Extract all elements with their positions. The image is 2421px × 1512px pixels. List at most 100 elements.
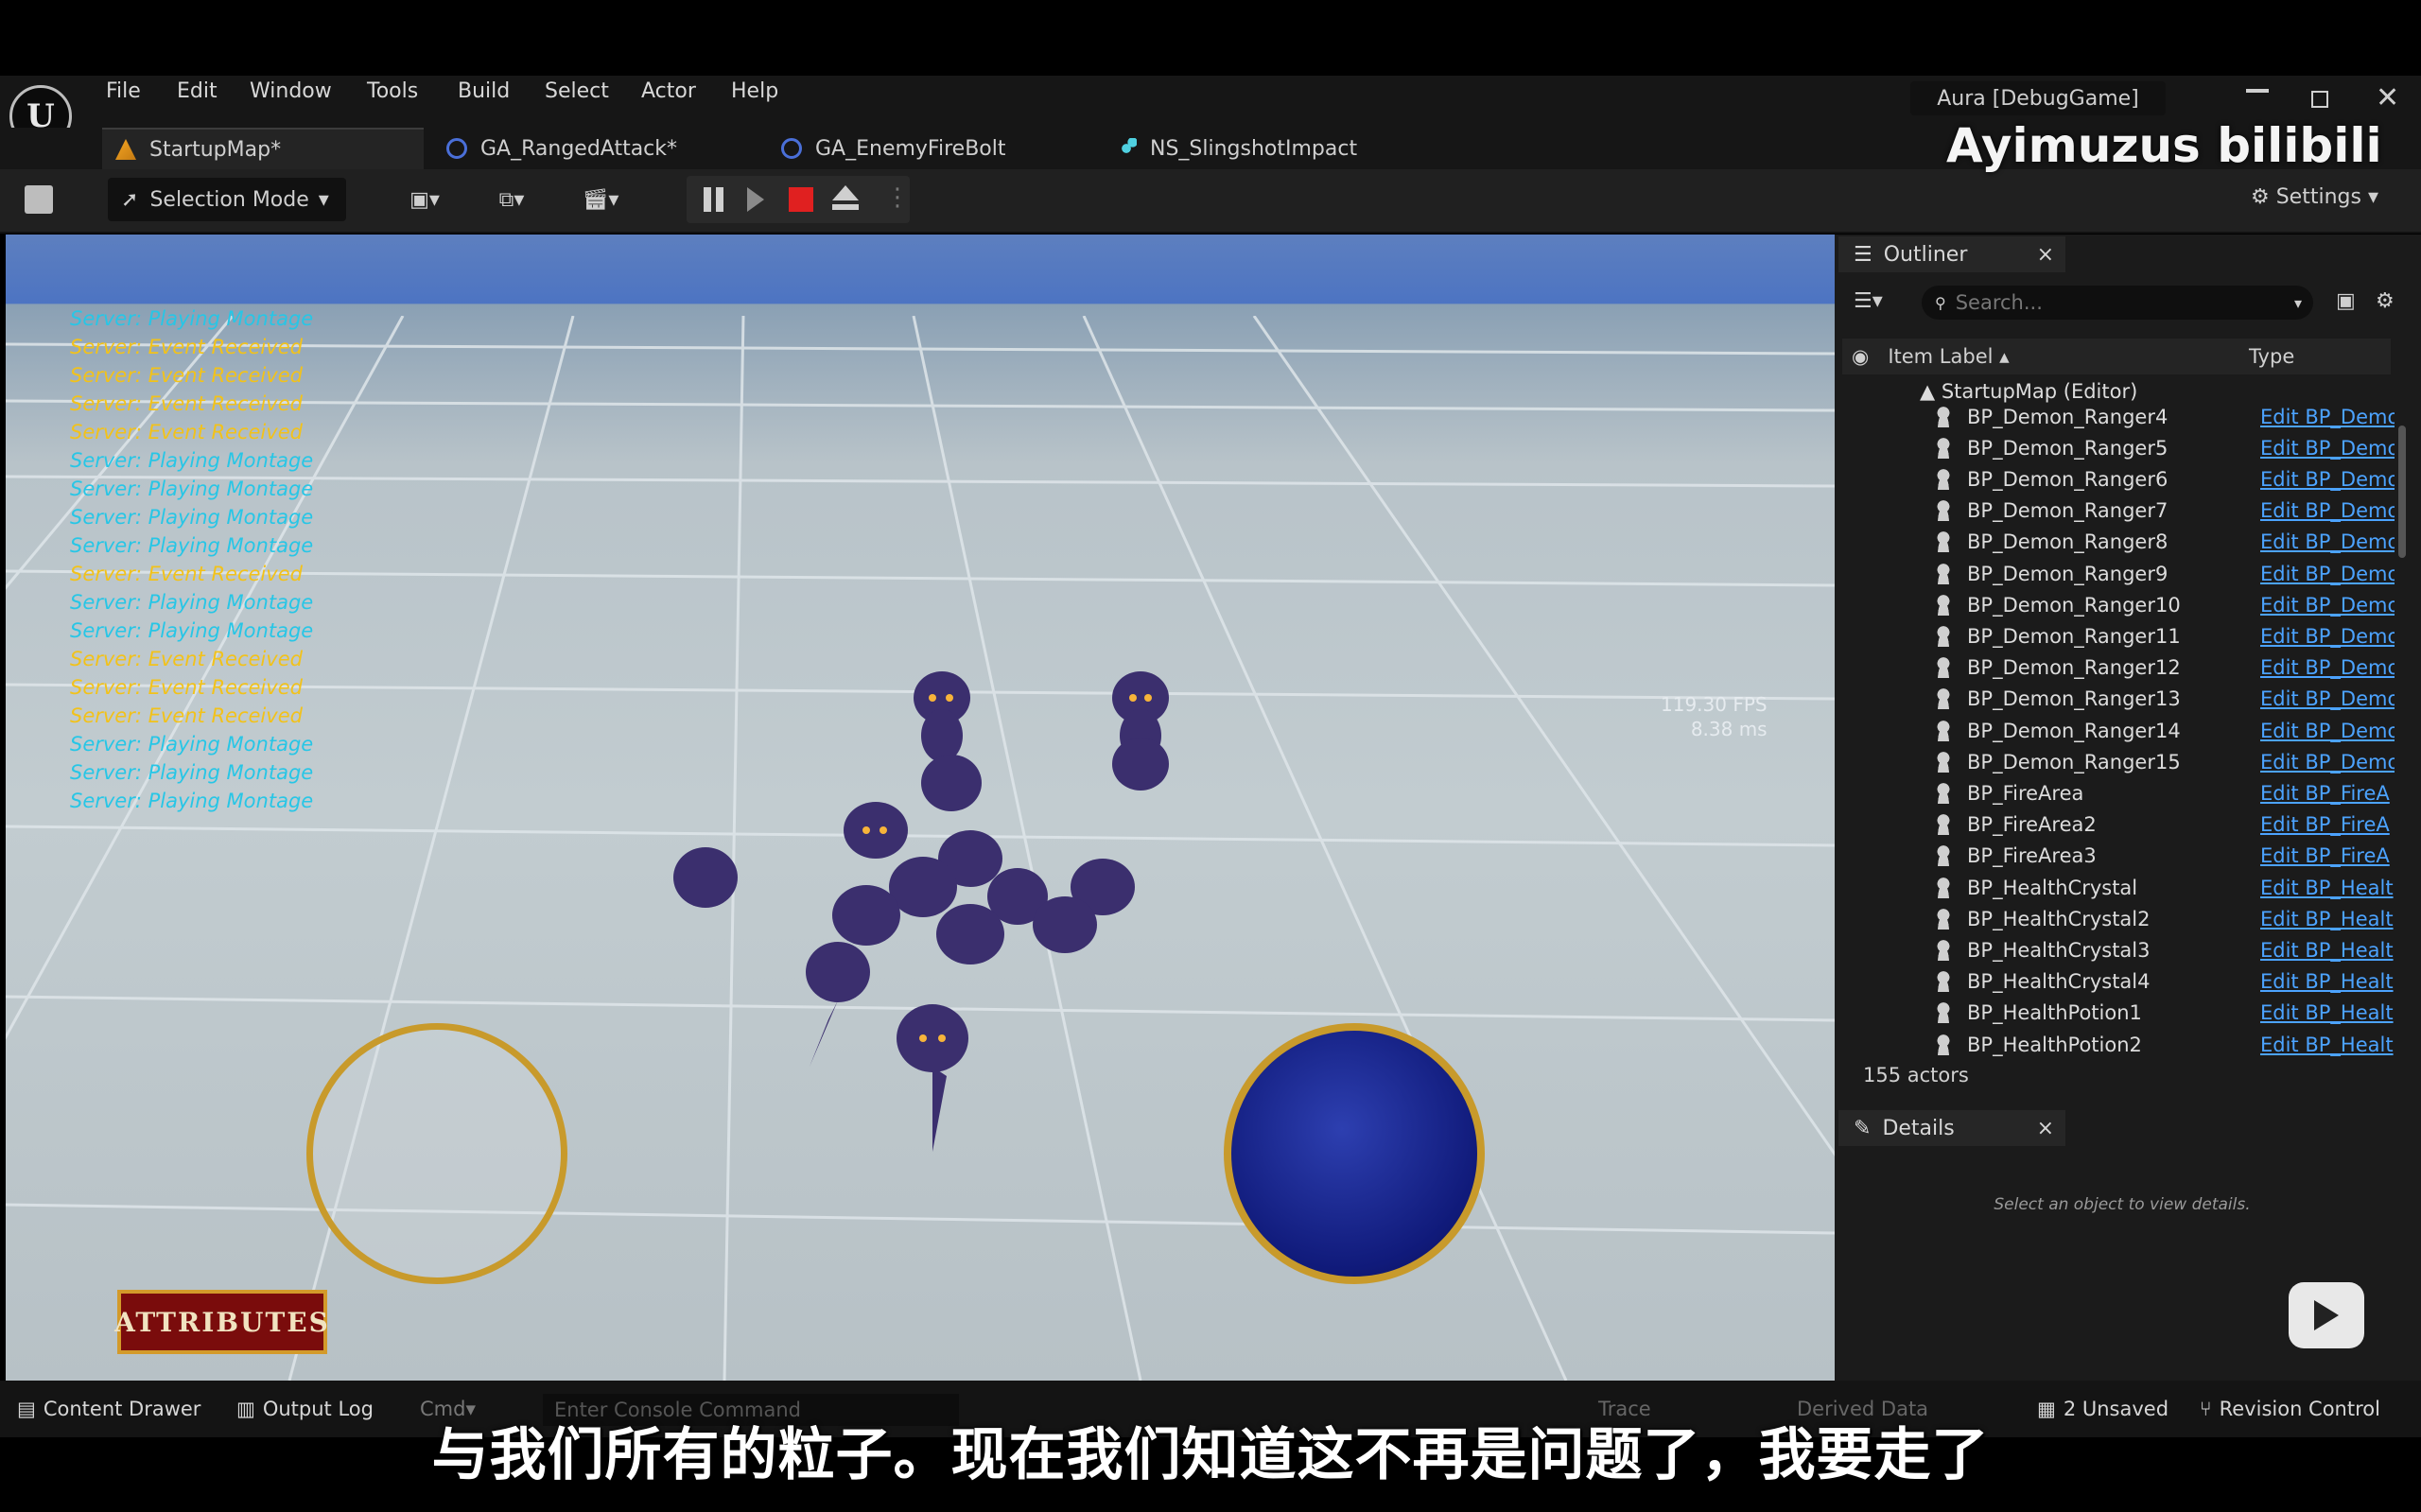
- add-actor-button[interactable]: ▣▾: [392, 178, 458, 221]
- actor-icon: [1935, 1002, 1952, 1024]
- tab-startupmap[interactable]: StartupMap*: [102, 128, 424, 169]
- menu-build[interactable]: Build: [458, 79, 510, 108]
- outliner-scrollbar[interactable]: [2398, 426, 2406, 558]
- outliner-row[interactable]: BP_Demon_Ranger11 Edit BP_Demo: [1844, 620, 2395, 652]
- outliner-row[interactable]: BP_HealthCrystal4 Edit BP_Healt: [1844, 966, 2395, 998]
- outliner-row[interactable]: BP_Demon_Ranger6 Edit BP_Demo: [1844, 463, 2395, 495]
- tab-ga-enemyfirebolt[interactable]: GA_EnemyFireBolt: [781, 128, 1093, 169]
- row-type-link[interactable]: Edit BP_Healt: [2260, 939, 2395, 962]
- filter-button[interactable]: ☰▾: [1854, 289, 1883, 313]
- outliner-row[interactable]: BP_HealthCrystal2 Edit BP_Healt: [1844, 903, 2395, 934]
- frame-ms-value: 8.38 ms: [1690, 718, 1768, 740]
- row-type-link[interactable]: Edit BP_Demo: [2260, 751, 2395, 773]
- actor-icon: [1935, 814, 1952, 836]
- cinematics-button[interactable]: 🎬︎▾: [567, 178, 634, 221]
- column-type[interactable]: Type: [2249, 345, 2294, 368]
- row-type-link[interactable]: Edit BP_Demo: [2260, 687, 2395, 710]
- eye-icon[interactable]: ◉: [1852, 345, 1869, 368]
- tab-ns-slingshotimpact[interactable]: NS_SlingshotImpact: [1116, 128, 1456, 169]
- advance-frame-icon[interactable]: [747, 187, 764, 212]
- row-type-link[interactable]: Edit BP_Demo: [2260, 720, 2395, 742]
- outliner-search-input[interactable]: ⚲ Search... ▾: [1922, 286, 2313, 320]
- row-type-link[interactable]: Edit BP_Demo: [2260, 656, 2395, 679]
- row-type-link[interactable]: Edit BP_Healt: [2260, 970, 2395, 993]
- minimize-icon[interactable]: [2246, 89, 2269, 93]
- outliner-row[interactable]: BP_HealthCrystal Edit BP_Healt: [1844, 872, 2395, 903]
- outliner-row[interactable]: BP_HealthPotion1 Edit BP_Healt: [1844, 998, 2395, 1029]
- blueprint-mode-button[interactable]: ⧉▾: [479, 178, 545, 221]
- menu-help[interactable]: Help: [731, 79, 778, 108]
- debug-message: Server: Event Received: [70, 336, 303, 358]
- attributes-button[interactable]: ATTRIBUTES: [114, 1290, 328, 1354]
- row-type-link[interactable]: Edit BP_Demo: [2260, 530, 2395, 553]
- column-item-label[interactable]: Item Label ▴: [1888, 345, 2009, 368]
- tab-ga-rangedattack[interactable]: GA_RangedAttack*: [446, 128, 758, 169]
- row-type-link[interactable]: Edit BP_FireA: [2260, 782, 2395, 805]
- outliner-row[interactable]: BP_Demon_Ranger15 Edit BP_Demo: [1844, 746, 2395, 777]
- menu-file[interactable]: File: [106, 79, 141, 108]
- row-type-link[interactable]: Edit BP_Healt: [2260, 877, 2395, 899]
- move-joystick[interactable]: [306, 1023, 567, 1284]
- outliner-row[interactable]: BP_Demon_Ranger9 Edit BP_Demo: [1844, 558, 2395, 589]
- stop-icon[interactable]: [789, 187, 813, 212]
- outliner-row[interactable]: BP_Demon_Ranger7 Edit BP_Demo: [1844, 495, 2395, 527]
- outliner-root[interactable]: ▲ StartupMap (Editor): [1920, 380, 2137, 403]
- menu-select[interactable]: Select: [545, 79, 609, 108]
- outliner-row[interactable]: BP_FireArea2 Edit BP_FireA: [1844, 809, 2393, 841]
- menu-edit[interactable]: Edit: [177, 79, 218, 108]
- gear-icon[interactable]: ⚙: [2376, 289, 2395, 313]
- outliner-row[interactable]: BP_FireArea Edit BP_FireA: [1844, 777, 2393, 808]
- close-icon[interactable]: ×: [2037, 1117, 2054, 1140]
- row-type-link[interactable]: Edit BP_FireA: [2260, 813, 2395, 836]
- row-type-link[interactable]: Edit BP_Demo: [2260, 594, 2395, 617]
- row-type-link[interactable]: Edit BP_Demo: [2260, 563, 2395, 585]
- outliner-row[interactable]: BP_Demon_Ranger13 Edit BP_Demo: [1844, 684, 2395, 715]
- row-type-link[interactable]: Edit BP_Healt: [2260, 1001, 2395, 1024]
- outliner-row[interactable]: BP_Demon_Ranger12 Edit BP_Demo: [1844, 652, 2395, 684]
- outliner-row[interactable]: BP_Demon_Ranger10 Edit BP_Demo: [1844, 589, 2395, 620]
- save-icon[interactable]: [25, 185, 53, 214]
- menu-window[interactable]: Window: [250, 79, 332, 108]
- outliner-row[interactable]: BP_Demon_Ranger5 Edit BP_Demo: [1844, 432, 2395, 463]
- row-label: BP_Demon_Ranger6: [1967, 467, 2168, 491]
- menu-tools[interactable]: Tools: [367, 79, 418, 108]
- outliner-row[interactable]: BP_FireArea3 Edit BP_FireA: [1844, 841, 2393, 872]
- outliner-row[interactable]: BP_HealthCrystal3 Edit BP_Healt: [1844, 934, 2395, 965]
- row-type-link[interactable]: Edit BP_Demo: [2260, 468, 2395, 491]
- outliner-title: Outliner: [1883, 242, 1968, 267]
- details-tab[interactable]: ✎ Details ×: [1838, 1110, 2065, 1146]
- actor-count: 155 actors: [1863, 1064, 1969, 1086]
- blueprint-icon: [446, 138, 467, 159]
- video-player-icon[interactable]: [2289, 1282, 2364, 1348]
- row-type-link[interactable]: Edit BP_Demo: [2260, 437, 2395, 460]
- actor-icon: [1935, 500, 1952, 522]
- new-folder-icon[interactable]: ▣: [2336, 289, 2356, 313]
- more-options-icon[interactable]: ⋮: [885, 183, 910, 212]
- outliner-tab[interactable]: ☰ Outliner ×: [1838, 236, 2065, 272]
- eject-icon[interactable]: [832, 185, 859, 200]
- restore-icon[interactable]: [2311, 91, 2328, 108]
- row-type-link[interactable]: Edit BP_Demo: [2260, 625, 2395, 648]
- outliner-row[interactable]: BP_Demon_Ranger4 Edit BP_Demo: [1844, 401, 2395, 432]
- tab-label: StartupMap*: [149, 137, 282, 162]
- actor-icon: [1935, 594, 1952, 616]
- pause-icon[interactable]: [704, 187, 711, 212]
- row-type-link[interactable]: Edit BP_Demo: [2260, 406, 2395, 428]
- actor-icon: [1935, 877, 1952, 898]
- close-window-icon[interactable]: ✕: [2376, 81, 2399, 114]
- close-icon[interactable]: ×: [2037, 243, 2054, 267]
- actor-icon: [1935, 657, 1952, 679]
- outliner-row[interactable]: BP_Demon_Ranger14 Edit BP_Demo: [1844, 715, 2395, 746]
- tab-label: NS_SlingshotImpact: [1150, 136, 1358, 161]
- level-viewport[interactable]: Server: Playing Montage Server: Event Re…: [6, 235, 1835, 1381]
- play-icon: [2314, 1300, 2339, 1330]
- row-type-link[interactable]: Edit BP_Healt: [2260, 908, 2395, 930]
- main-toolbar: [0, 169, 2421, 234]
- selection-mode-dropdown[interactable]: ➚ Selection Mode ▾: [108, 178, 346, 221]
- menu-actor[interactable]: Actor: [641, 79, 696, 108]
- actor-icon: [1935, 406, 1952, 427]
- row-type-link[interactable]: Edit BP_FireA: [2260, 844, 2395, 867]
- row-type-link[interactable]: Edit BP_Demo: [2260, 499, 2395, 522]
- outliner-row[interactable]: BP_Demon_Ranger8 Edit BP_Demo: [1844, 527, 2395, 558]
- settings-button[interactable]: ⚙ Settings ▾: [2251, 185, 2378, 209]
